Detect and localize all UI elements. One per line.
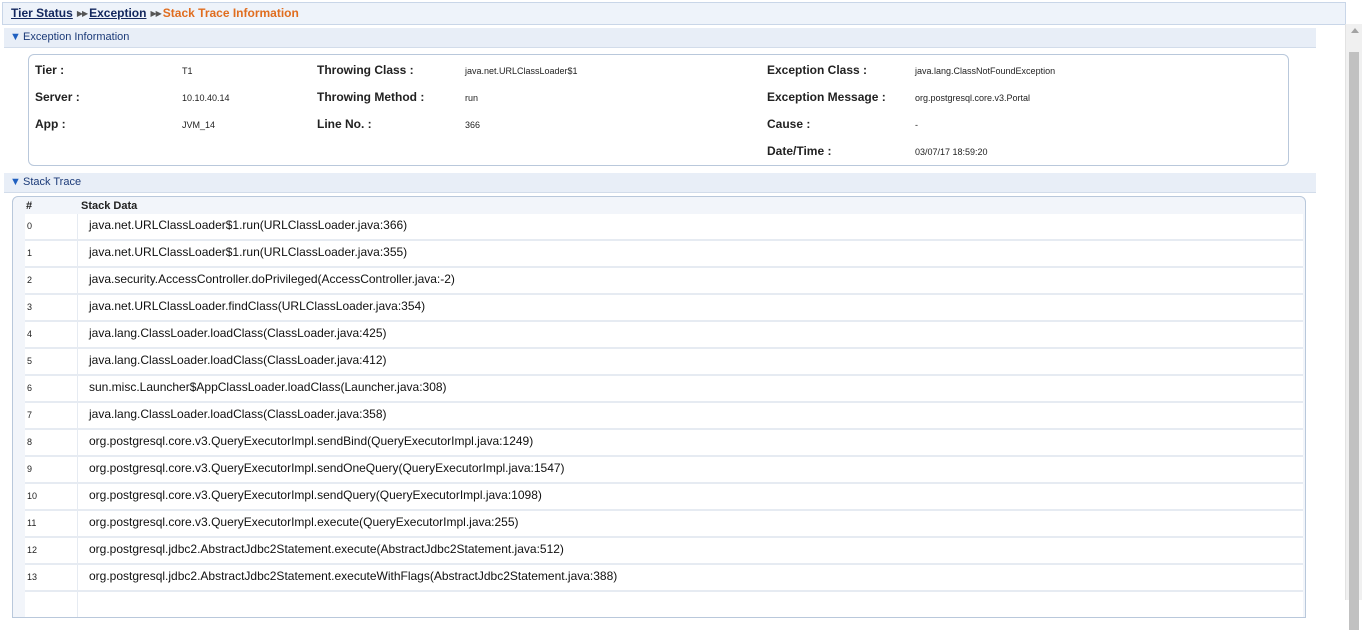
row-stack-data: org.postgresql.core.v3.QueryExecutorImpl… <box>89 461 565 475</box>
table-row: 6 sun.misc.Launcher$AppClassLoader.loadCl… <box>25 376 1303 403</box>
throwing-method-label: Throwing Method : <box>317 90 425 104</box>
row-stack-data: org.postgresql.core.v3.QueryExecutorImpl… <box>89 434 534 448</box>
cell-divider <box>77 268 78 293</box>
row-index: 1 <box>27 248 33 258</box>
cell-divider <box>77 241 78 266</box>
throwing-class-label: Throwing Class : <box>317 63 414 77</box>
row-index: 0 <box>27 221 33 231</box>
row-stack-data: java.lang.ClassLoader.loadClass(ClassLoa… <box>89 326 387 340</box>
datetime-value: 03/07/17 18:59:20 <box>915 147 988 157</box>
table-row: 0 java.net.URLClassLoader$1.run(URLClassL… <box>25 214 1303 241</box>
cell-divider <box>77 349 78 374</box>
stack-trace-section-header[interactable]: ▼ Stack Trace <box>4 173 1316 193</box>
cell-divider <box>77 214 78 239</box>
stack-trace-table: # Stack Data 0 java.net.URLClassLoader$1.… <box>12 196 1306 618</box>
table-row: 1 java.net.URLClassLoader$1.run(URLClassL… <box>25 241 1303 268</box>
breadcrumb: Tier Status ▶▶ Exception ▶▶ Stack Trace Info… <box>2 2 1346 25</box>
row-index: 2 <box>27 275 33 285</box>
exception-class-value: java.lang.ClassNotFoundException <box>915 66 1056 76</box>
table-row: 12 org.postgresql.jdbc2.AbstractJdbc2Stat… <box>25 538 1303 565</box>
column-header-index: # <box>26 200 33 212</box>
exception-info-panel: Tier : T1 Server : 10.10.40.14 App : JVM… <box>28 54 1289 166</box>
cell-divider <box>77 430 78 455</box>
breadcrumb-link-tier-status[interactable]: Tier Status <box>11 6 73 20</box>
table-row: 11 org.postgresql.core.v3.QueryExecutorIm… <box>25 511 1303 538</box>
cell-divider <box>77 295 78 320</box>
row-stack-data: org.postgresql.jdbc2.AbstractJdbc2Statem… <box>89 569 618 583</box>
exception-section-header[interactable]: ▼ Exception Information <box>4 28 1316 48</box>
row-index: 10 <box>27 491 38 501</box>
cell-divider <box>77 538 78 563</box>
cause-label: Cause : <box>767 117 811 131</box>
table-row: 2 java.security.AccessController.doPrivil… <box>25 268 1303 295</box>
server-value: 10.10.40.14 <box>182 93 230 103</box>
double-chevron-right-icon: ▶▶ <box>76 9 88 18</box>
cell-divider <box>77 592 78 617</box>
cell-divider <box>77 565 78 590</box>
double-chevron-right-icon: ▶▶ <box>150 9 161 18</box>
throwing-method-value: run <box>465 93 479 103</box>
row-stack-data: java.net.URLClassLoader$1.run(URLClassLo… <box>89 218 408 232</box>
table-row: 9 org.postgresql.core.v3.QueryExecutorImp… <box>25 457 1303 484</box>
table-row-partial <box>25 592 1303 617</box>
column-header-stack-data: Stack Data <box>81 200 138 212</box>
row-index: 3 <box>27 302 33 312</box>
row-stack-data: java.lang.ClassLoader.loadClass(ClassLoa… <box>89 407 387 421</box>
exception-class-label: Exception Class : <box>767 63 868 77</box>
row-index: 8 <box>27 437 33 447</box>
app-value: JVM_14 <box>182 120 216 130</box>
cell-divider <box>77 511 78 536</box>
line-no-label: Line No. : <box>317 117 372 131</box>
row-index: 7 <box>27 410 33 420</box>
row-index: 6 <box>27 383 33 393</box>
table-row: 4 java.lang.ClassLoader.loadClass(ClassLo… <box>25 322 1303 349</box>
vertical-scrollbar[interactable] <box>1345 24 1362 630</box>
throwing-class-value: java.net.URLClassLoader$1 <box>465 66 578 76</box>
stack-trace-section-title: Stack Trace <box>23 176 82 188</box>
row-index: 13 <box>27 572 38 582</box>
row-stack-data: sun.misc.Launcher$AppClassLoader.loadCla… <box>89 380 447 394</box>
row-index: 11 <box>27 518 37 528</box>
table-row: 5 java.lang.ClassLoader.loadClass(ClassLo… <box>25 349 1303 376</box>
row-index: 4 <box>27 329 33 339</box>
tier-value: T1 <box>182 66 193 76</box>
row-stack-data: java.lang.ClassLoader.loadClass(ClassLoa… <box>89 353 387 367</box>
row-index: 9 <box>27 464 33 474</box>
table-row: 10 org.postgresql.core.v3.QueryExecutorIm… <box>25 484 1303 511</box>
exception-section-title: Exception Information <box>23 31 130 43</box>
row-index: 5 <box>27 356 33 366</box>
table-row: 7 java.lang.ClassLoader.loadClass(ClassLo… <box>25 403 1303 430</box>
server-label: Server : <box>35 90 80 104</box>
scroll-up-arrow-icon[interactable] <box>1351 28 1359 33</box>
cell-divider <box>77 403 78 428</box>
row-index: 12 <box>27 545 38 555</box>
row-stack-data: java.net.URLClassLoader.findClass(URLCla… <box>89 299 426 313</box>
tier-label: Tier : <box>35 63 65 77</box>
table-row: 13 org.postgresql.jdbc2.AbstractJdbc2Stat… <box>25 565 1303 592</box>
row-stack-data: org.postgresql.core.v3.QueryExecutorImpl… <box>89 515 519 529</box>
exception-message-label: Exception Message : <box>767 90 886 104</box>
row-stack-data: java.security.AccessController.doPrivile… <box>89 272 455 286</box>
breadcrumb-link-exception[interactable]: Exception <box>89 6 146 20</box>
table-row: 8 org.postgresql.core.v3.QueryExecutorImp… <box>25 430 1303 457</box>
triangle-down-icon: ▼ <box>10 176 21 188</box>
table-row: 3 java.net.URLClassLoader.findClass(URLCl… <box>25 295 1303 322</box>
scrollbar-thumb[interactable] <box>1349 52 1359 630</box>
cell-divider <box>77 457 78 482</box>
app-label: App : <box>35 117 66 131</box>
breadcrumb-current: Stack Trace Information <box>162 6 299 20</box>
line-no-value: 366 <box>465 120 481 130</box>
triangle-down-icon: ▼ <box>10 31 21 43</box>
row-stack-data: org.postgresql.core.v3.QueryExecutorImpl… <box>89 488 542 502</box>
cell-divider <box>77 322 78 347</box>
cell-divider <box>77 376 78 401</box>
row-stack-data: java.net.URLClassLoader$1.run(URLClassLo… <box>89 245 408 259</box>
exception-message-value: org.postgresql.core.v3.Portal <box>915 93 1031 103</box>
datetime-label: Date/Time : <box>767 144 832 158</box>
cell-divider <box>77 484 78 509</box>
row-stack-data: org.postgresql.jdbc2.AbstractJdbc2Statem… <box>89 542 564 556</box>
cause-value: - <box>915 120 918 130</box>
